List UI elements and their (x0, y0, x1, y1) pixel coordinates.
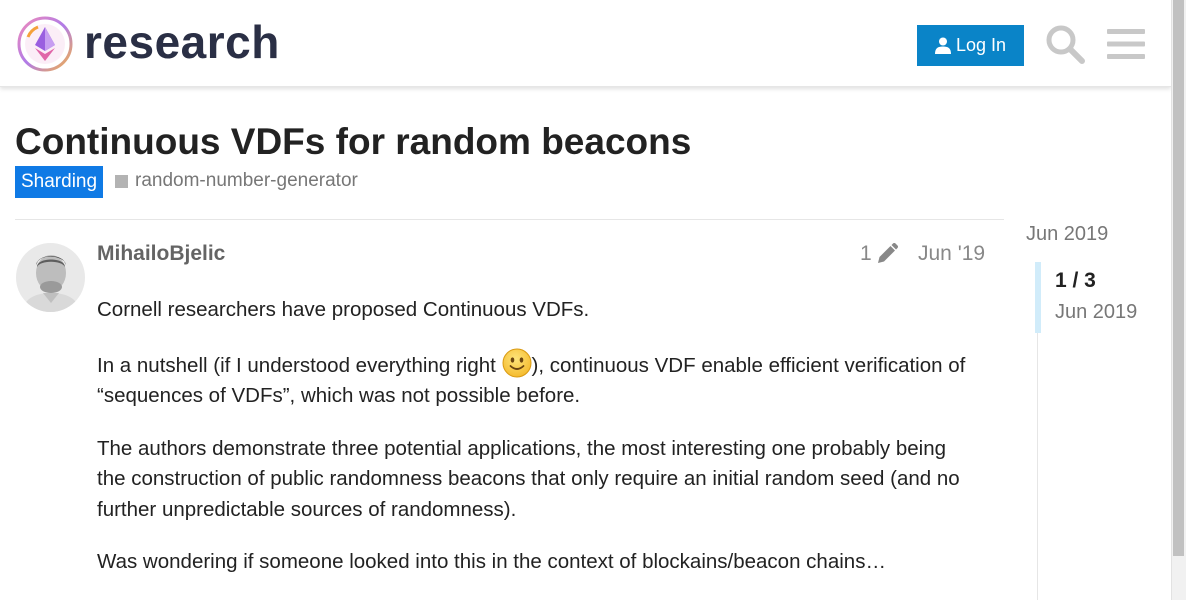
post-paragraph: In a nutshell (if I understood everythin… (97, 348, 977, 412)
user-icon (934, 37, 951, 54)
timeline-post-counter: 1 / 3 (1055, 269, 1096, 292)
slightly-smiling-face-icon (502, 348, 532, 377)
login-button[interactable]: Log In (917, 25, 1024, 66)
timeline-current-date: Jun 2019 (1055, 301, 1138, 323)
timeline-start-date[interactable]: Jun 2019 (1026, 221, 1108, 247)
post-paragraph: Cornell researchers have proposed Contin… (97, 298, 590, 321)
avatar-image (16, 243, 85, 312)
search-icon[interactable] (1044, 23, 1086, 65)
post-paragraph: Was wondering if someone looked into thi… (97, 550, 886, 573)
timeline-handle[interactable] (1035, 262, 1041, 333)
username-link[interactable]: MihailoBjelic (97, 241, 225, 267)
ethereum-logo-icon[interactable] (16, 15, 74, 73)
post-body: Cornell researchers have proposed Contin… (97, 295, 977, 600)
pencil-icon (877, 243, 898, 263)
category-badge[interactable]: Sharding (15, 166, 104, 198)
edit-history-button[interactable]: 1 (860, 241, 898, 267)
topic-title[interactable]: Continuous VDFs for random beacons (15, 118, 691, 166)
post-paragraph: The authors demonstrate three potential … (97, 436, 960, 521)
post-text: In a nutshell (if I understood everythin… (97, 353, 502, 377)
edit-count: 1 (860, 242, 872, 265)
tag-square-icon (115, 175, 128, 188)
post-date-link[interactable]: Jun '19 (918, 241, 985, 267)
hamburger-menu-icon[interactable] (1107, 27, 1145, 61)
scrollbar-thumb[interactable] (1173, 0, 1184, 556)
site-name[interactable]: research (84, 12, 280, 72)
site-header: research Log In (0, 0, 1171, 87)
login-button-label: Log In (955, 35, 1007, 55)
divider (15, 219, 1004, 220)
avatar[interactable] (16, 243, 85, 312)
tag-link[interactable]: random-number-generator (135, 169, 358, 193)
